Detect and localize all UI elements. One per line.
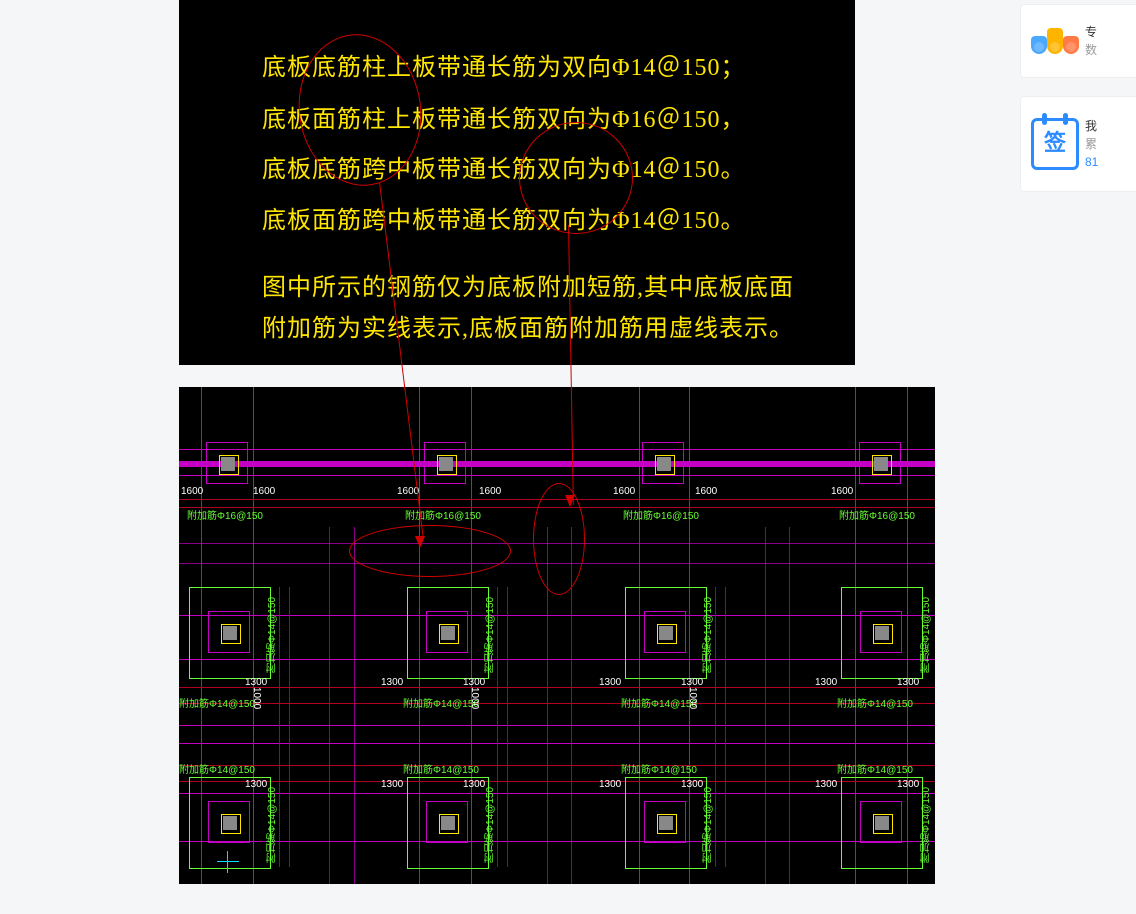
grid-line-horizontal — [179, 659, 935, 660]
dim-1300: 1300 — [245, 779, 267, 790]
dim-1300: 1300 — [897, 779, 919, 790]
rebar-line-vertical — [289, 587, 290, 867]
rebar-label: 附加筋Φ14@150 — [179, 695, 255, 710]
rebar-label-vertical: 附加筋Φ14@150 — [919, 787, 934, 863]
card-title: 我 — [1085, 117, 1098, 135]
dim-1300: 1300 — [381, 677, 403, 688]
rebar-line-vertical — [725, 587, 726, 867]
rebar-label: 附加筋Φ14@150 — [837, 695, 913, 710]
dim-1600: 1600 — [831, 486, 853, 497]
center-mark — [227, 851, 228, 873]
rebar-line — [179, 765, 935, 766]
cad-text-panel: 底板底筋柱上板带通长筋为双向Φ14＠150； 底板面筋柱上板带通长筋双向为Φ16… — [179, 0, 855, 365]
rebar-label: 附加筋Φ14@150 — [179, 761, 255, 776]
grid-line-horizontal — [179, 725, 935, 726]
rebar-label-vertical: 附加筋Φ14@150 — [701, 787, 716, 863]
rebar-label: 附加筋Φ16@150 — [405, 507, 481, 522]
column-pillar — [644, 801, 686, 843]
column-pillar — [642, 442, 684, 484]
grid-line-vertical — [329, 527, 330, 884]
grid-line-horizontal — [179, 615, 935, 616]
column-pillar — [860, 611, 902, 653]
cad-drawing-panel: 1600 1600 1600 1600 1600 1600 1600 附加筋Φ1… — [179, 387, 935, 884]
column-pillar — [644, 611, 686, 653]
dim-1600: 1600 — [253, 486, 275, 497]
column-pillar — [424, 442, 466, 484]
column-pillar — [426, 801, 468, 843]
medal-icon — [1031, 17, 1079, 65]
rebar-line-vertical — [507, 587, 508, 867]
calendar-glyph: 签 — [1034, 121, 1076, 165]
rebar-label-vertical: 附加筋Φ14@150 — [265, 787, 280, 863]
dim-1300: 1300 — [897, 677, 919, 688]
column-pillar — [859, 442, 901, 484]
dim-1000: 1000 — [469, 687, 480, 709]
annotation-ellipse-bottom-left — [349, 525, 511, 577]
arrow-head-icon — [415, 536, 425, 548]
dim-1300: 1300 — [815, 779, 837, 790]
cad-note-line-5: 图中所示的钢筋仅为底板附加短筋,其中底板底面 — [262, 275, 794, 301]
dim-1600: 1600 — [479, 486, 501, 497]
dim-1300: 1300 — [815, 677, 837, 688]
grid-line-horizontal — [179, 461, 935, 467]
sidebar-card-signin[interactable]: 签 我 累 81 — [1020, 96, 1136, 192]
grid-line-horizontal — [179, 475, 935, 476]
sidebar-card-ranking[interactable]: 专 数 — [1020, 4, 1136, 78]
column-pillar — [206, 442, 248, 484]
rebar-label: 附加筋Φ14@150 — [837, 761, 913, 776]
calendar-icon: 签 — [1031, 120, 1079, 168]
rebar-label-vertical: 附加筋Φ14@150 — [483, 597, 498, 673]
cad-note-line-4: 底板面筋跨中板带通长筋双向为Φ14＠150。 — [262, 208, 746, 234]
rebar-label: 附加筋Φ14@150 — [621, 761, 697, 776]
cad-note-line-6: 附加筋为实线表示,底板面筋附加筋用虚线表示。 — [262, 316, 794, 342]
rebar-label: 附加筋Φ16@150 — [623, 507, 699, 522]
rebar-label-vertical: 附加筋Φ14@150 — [919, 597, 934, 673]
rebar-label: 附加筋Φ14@150 — [403, 761, 479, 776]
dim-1000: 1000 — [687, 687, 698, 709]
card-link[interactable]: 81 — [1085, 153, 1098, 171]
grid-line-horizontal — [179, 743, 935, 744]
dim-1300: 1300 — [599, 677, 621, 688]
column-pillar — [208, 801, 250, 843]
dim-1600: 1600 — [695, 486, 717, 497]
rebar-line — [179, 703, 935, 704]
card-subtitle: 累 — [1085, 135, 1098, 153]
grid-line-horizontal — [179, 793, 935, 794]
dim-1000: 1000 — [251, 687, 262, 709]
column-pillar — [426, 611, 468, 653]
grid-line-horizontal — [179, 841, 935, 842]
rebar-label: 附加筋Φ14@150 — [621, 695, 697, 710]
grid-line-vertical — [354, 527, 355, 884]
dim-1300: 1300 — [681, 779, 703, 790]
rebar-label-vertical: 附加筋Φ14@150 — [483, 787, 498, 863]
dim-1600: 1600 — [181, 486, 203, 497]
grid-line-vertical — [789, 527, 790, 884]
grid-line-vertical — [765, 527, 766, 884]
column-pillar — [860, 801, 902, 843]
rebar-label-vertical: 附加筋Φ14@150 — [265, 597, 280, 673]
rebar-label-vertical: 附加筋Φ14@150 — [701, 597, 716, 673]
column-pillar — [208, 611, 250, 653]
arrow-head-icon — [565, 495, 575, 507]
annotation-ellipse-top-right — [519, 122, 633, 234]
dim-1300: 1300 — [381, 779, 403, 790]
dim-1600: 1600 — [613, 486, 635, 497]
rebar-label: 附加筋Φ16@150 — [839, 507, 915, 522]
center-mark — [217, 861, 239, 862]
dim-1300: 1300 — [463, 779, 485, 790]
grid-line-horizontal — [179, 449, 935, 450]
annotation-ellipse-bottom-right — [533, 483, 585, 595]
card-title: 专 — [1085, 23, 1097, 41]
dim-1300: 1300 — [599, 779, 621, 790]
rebar-label: 附加筋Φ14@150 — [403, 695, 479, 710]
rebar-label: 附加筋Φ16@150 — [187, 507, 263, 522]
card-subtitle: 数 — [1085, 41, 1097, 59]
